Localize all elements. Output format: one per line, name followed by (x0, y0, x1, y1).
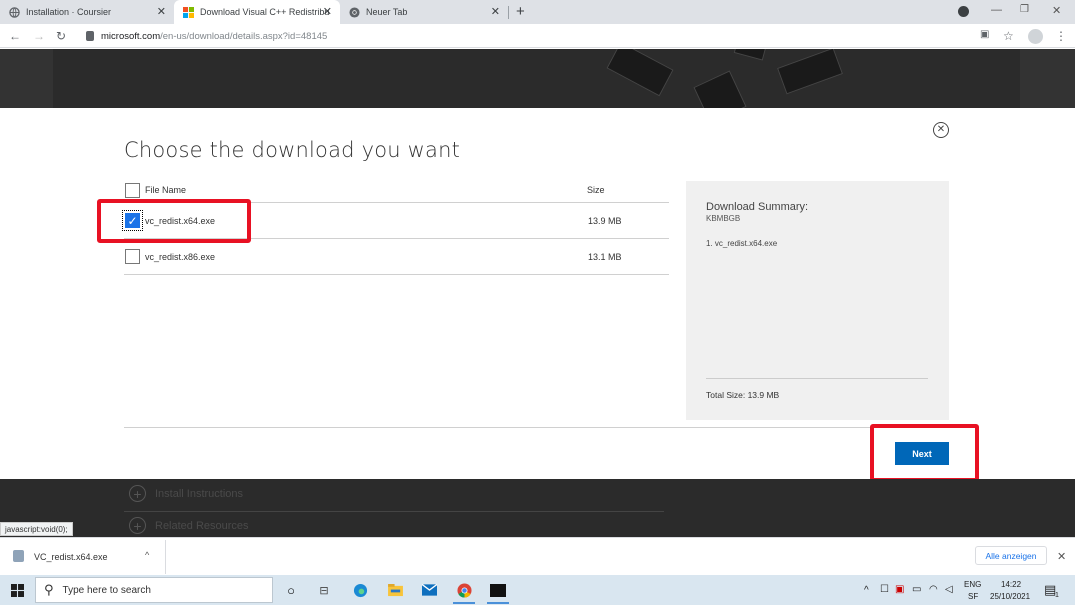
tab-installation-coursier[interactable]: Installation · Coursier ✕ (0, 0, 174, 24)
installer-icon (13, 550, 24, 562)
tab-title: Neuer Tab (366, 7, 408, 17)
close-window-icon[interactable]: ✕ (1052, 4, 1061, 17)
task-view-icon[interactable]: ⊟ (316, 582, 332, 598)
tray-overflow-chevron-icon[interactable]: ^ (864, 585, 869, 596)
url-host: microsoft.com (101, 30, 161, 42)
clock-time[interactable]: 14:22 (1001, 580, 1021, 589)
device-image (606, 49, 674, 97)
chevron-up-icon[interactable]: ^ (145, 550, 149, 560)
search-placeholder: Type here to search (62, 584, 151, 596)
device-image (693, 70, 747, 108)
status-bar-url: javascript:void(0); (0, 522, 73, 536)
expand-plus-icon[interactable]: + (129, 517, 146, 534)
account-icon[interactable] (1028, 29, 1043, 44)
tab-download-visual-cpp[interactable]: Download Visual C++ Redistribu ✕ (174, 0, 340, 24)
wifi-icon[interactable]: ◠ (929, 584, 938, 595)
file-size-x64: 13.9 MB (588, 216, 622, 226)
close-dialog-icon[interactable]: ✕ (933, 122, 949, 138)
windows-start-icon[interactable] (9, 582, 25, 598)
summary-title: Download Summary: (706, 201, 809, 213)
profile-menu-icon[interactable] (958, 6, 969, 17)
bookmark-star-icon[interactable]: ☆ (1003, 29, 1014, 43)
divider (706, 378, 928, 379)
forward-icon[interactable]: → (33, 29, 45, 43)
mail-icon[interactable] (421, 582, 437, 598)
clock-date[interactable]: 25/10/2021 (990, 592, 1030, 601)
summary-item: 1. vc_redist.x64.exe (706, 239, 778, 248)
input-language-bottom[interactable]: SF (968, 592, 978, 601)
device-image (777, 49, 843, 95)
active-app-indicator (453, 602, 475, 604)
hero-banner (0, 49, 1075, 108)
divider (165, 540, 166, 574)
download-item-name[interactable]: VC_redist.x64.exe (34, 552, 108, 562)
hero-right-panel (1020, 49, 1075, 108)
volume-icon[interactable]: ◁ (945, 584, 953, 595)
browser-tab-bar: Installation · Coursier ✕ Download Visua… (0, 0, 1075, 24)
notification-count-badge: 1 (1055, 592, 1059, 599)
divider (124, 274, 669, 275)
column-header-size: Size (587, 185, 605, 195)
address-bar: ← → ↻ microsoft.com/en-us/download/detai… (0, 24, 1075, 48)
minimize-icon[interactable]: — (991, 4, 1002, 16)
select-all-checkbox[interactable] (125, 183, 140, 198)
active-app-indicator (487, 602, 509, 604)
file-size-x86: 13.1 MB (588, 252, 622, 262)
tab-neuer-tab[interactable]: Neuer Tab ✕ (340, 0, 509, 24)
summary-subtitle: KBMBGB (706, 214, 741, 223)
file-explorer-icon[interactable] (387, 582, 403, 598)
cortana-icon[interactable]: ○ (283, 582, 299, 598)
install-instructions-link[interactable]: Install Instructions (155, 488, 243, 500)
close-tab-icon[interactable]: ✕ (323, 5, 332, 18)
expand-plus-icon[interactable]: + (129, 485, 146, 502)
more-menu-icon[interactable]: ⋮ (1055, 29, 1067, 43)
tray-security-icon[interactable]: ▣ (895, 584, 904, 595)
edge-icon[interactable] (352, 582, 368, 598)
taskbar-search-input[interactable]: ⚲ Type here to search (35, 577, 273, 603)
hero-left-panel (0, 49, 53, 108)
translate-icon[interactable]: ▣ (980, 29, 989, 40)
microsoft-logo-icon (182, 6, 194, 18)
tab-separator (508, 6, 509, 19)
page-footer-dark: + Install Instructions + Related Resourc… (0, 479, 1075, 537)
close-tab-icon[interactable]: ✕ (491, 5, 500, 18)
tray-app-icon[interactable]: ☐ (880, 584, 889, 595)
related-resources-link[interactable]: Related Resources (155, 520, 249, 532)
tab-title: Installation · Coursier (26, 7, 112, 17)
back-icon[interactable]: ← (9, 29, 21, 43)
dialog-title: Choose the download you want (124, 138, 461, 162)
chrome-icon (348, 6, 360, 18)
battery-icon[interactable]: ▭ (912, 584, 921, 595)
close-tab-icon[interactable]: ✕ (157, 5, 166, 18)
download-shelf: VC_redist.x64.exe ^ ✕ (0, 537, 1075, 575)
tab-title: Download Visual C++ Redistribu (200, 7, 330, 17)
input-language-top[interactable]: ENG (964, 580, 981, 589)
search-icon: ⚲ (44, 582, 54, 597)
globe-icon (8, 6, 20, 18)
url-path: /en-us/download/details.aspx?id=48145 (160, 30, 328, 42)
show-all-downloads-button[interactable]: Alle anzeigen (975, 546, 1047, 565)
download-summary-panel: Download Summary: KBMBGB 1. vc_redist.x6… (686, 181, 949, 420)
next-button[interactable]: Next (895, 442, 949, 465)
lock-icon (86, 31, 94, 41)
reload-icon[interactable]: ↻ (56, 29, 66, 43)
device-image (733, 49, 767, 61)
highlight-box-file (97, 199, 251, 243)
new-tab-button[interactable]: + (516, 3, 525, 20)
url-field[interactable]: microsoft.com/en-us/download/details.asp… (78, 27, 958, 45)
column-header-filename: File Name (145, 185, 187, 195)
file-name-x86: vc_redist.x86.exe (145, 252, 216, 262)
file-checkbox-x86[interactable] (125, 249, 140, 264)
divider (124, 511, 664, 512)
restore-icon[interactable]: ❐ (1020, 4, 1029, 15)
divider (124, 427, 949, 428)
total-size: Total Size: 13.9 MB (706, 390, 780, 400)
terminal-icon[interactable] (490, 582, 506, 598)
chrome-taskbar-icon[interactable] (456, 582, 472, 598)
close-shelf-icon[interactable]: ✕ (1057, 550, 1066, 563)
